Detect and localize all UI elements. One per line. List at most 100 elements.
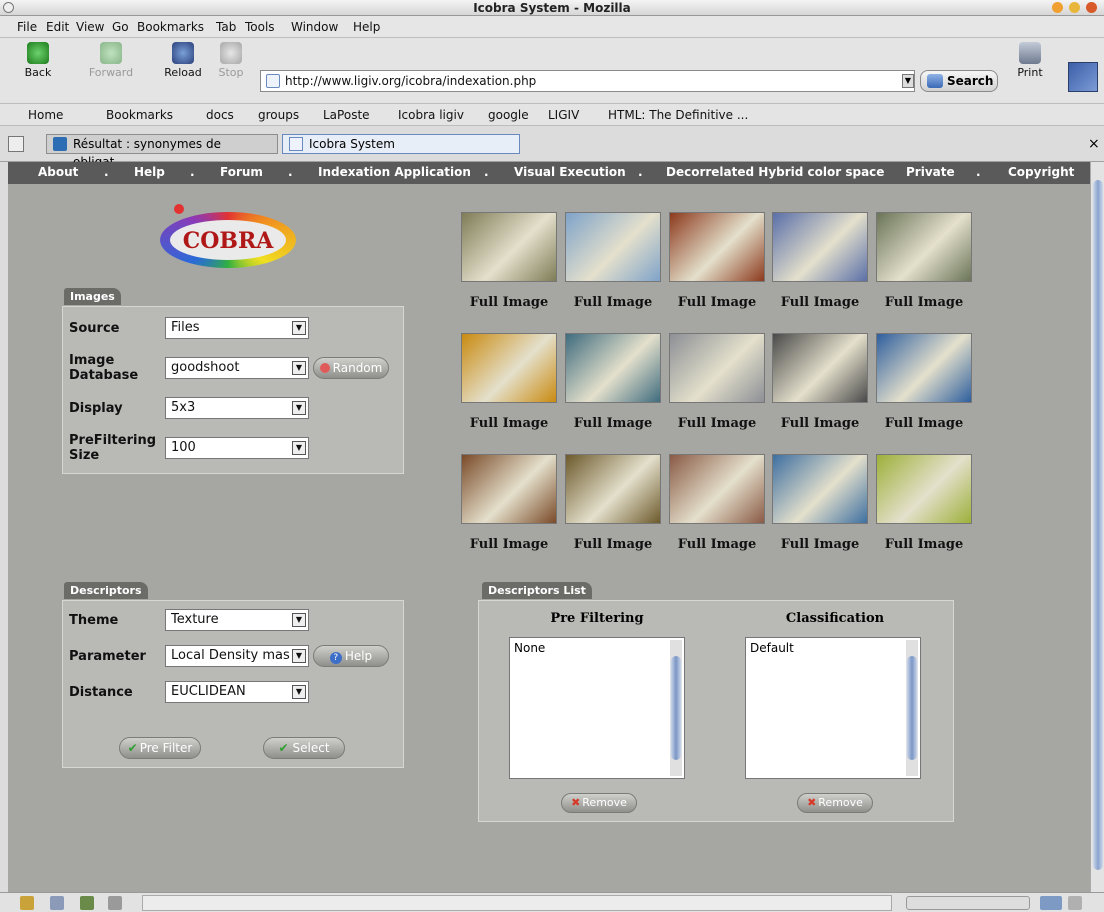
page-scrollbar-thumb[interactable] [1093,180,1103,870]
close-icon[interactable] [1086,2,1097,13]
stop-button[interactable]: Stop [214,42,248,79]
thumbnail-image[interactable] [669,212,765,282]
full-image-link[interactable]: Full Image [662,416,772,431]
menu-go[interactable]: Go [112,20,129,34]
full-image-link[interactable]: Full Image [454,537,564,552]
distance-select[interactable]: EUCLIDEAN ▼ [165,681,309,703]
tab-icobra-system[interactable]: Icobra System [282,134,520,154]
list-item[interactable]: Default [750,641,916,655]
thumbnail-image[interactable] [669,333,765,403]
thumbnail-image[interactable] [772,212,868,282]
display-select[interactable]: 5x3 ▼ [165,397,309,419]
thumbnail-image[interactable] [772,333,868,403]
menu-tools[interactable]: Tools [245,20,275,34]
full-image-link[interactable]: Full Image [662,295,772,310]
full-image-link[interactable]: Full Image [869,295,979,310]
bookmark-bookmarks[interactable]: Bookmarks [106,108,173,122]
bookmark-docs[interactable]: docs [206,108,234,122]
nav-forum[interactable]: Forum [220,165,263,179]
minimize-icon[interactable] [1052,2,1063,13]
maximize-icon[interactable] [1069,2,1080,13]
navigator-icon[interactable] [20,896,34,910]
scrollbar-thumb[interactable] [671,656,681,760]
remove-prefilter-button[interactable]: ✖ Remove [561,793,637,813]
full-image-link[interactable]: Full Image [765,295,875,310]
print-button[interactable]: Print [1012,42,1048,79]
full-image-link[interactable]: Full Image [454,295,564,310]
theme-select[interactable]: Texture ▼ [165,609,309,631]
thumbnail-image[interactable] [461,333,557,403]
thumbnail-image[interactable] [565,212,661,282]
select-button[interactable]: ✔ Select [263,737,345,759]
random-button[interactable]: Random [313,357,389,379]
tab-list-icon[interactable] [8,136,24,152]
menu-tab[interactable]: Tab [216,20,236,34]
thumbnail-image[interactable] [565,333,661,403]
full-image-link[interactable]: Full Image [765,537,875,552]
url-dropdown-icon[interactable]: ▼ [902,74,914,88]
menu-window[interactable]: Window [291,20,338,34]
menu-help[interactable]: Help [353,20,380,34]
classification-list[interactable]: Default [745,637,921,779]
pre-filter-button[interactable]: ✔ Pre Filter [119,737,201,759]
nav-copyright[interactable]: Copyright [1008,165,1074,179]
prefiltering-size-select[interactable]: 100 ▼ [165,437,309,459]
menu-bookmarks[interactable]: Bookmarks [137,20,204,34]
thumbnail-image[interactable] [876,454,972,524]
search-button[interactable]: Search [920,70,998,92]
composer-icon[interactable] [80,896,94,910]
back-button[interactable]: Back [16,42,60,79]
nav-visual-execution[interactable]: Visual Execution [514,165,626,179]
page-scrollbar[interactable] [1090,162,1104,892]
nav-about[interactable]: About [38,165,78,179]
pre-filtering-list[interactable]: None [509,637,685,779]
url-input[interactable]: http://www.ligiv.org/icobra/indexation.p… [260,70,915,92]
thumbnail-image[interactable] [772,454,868,524]
pre-filtering-scrollbar[interactable] [670,640,682,776]
bookmark-google[interactable]: google [488,108,529,122]
window-menu-icon[interactable] [3,2,14,13]
full-image-link[interactable]: Full Image [558,295,668,310]
mozilla-throbber-icon[interactable] [1068,62,1098,92]
list-item[interactable]: None [514,641,680,655]
tab-resultat[interactable]: Résultat : synonymes de obligat... [46,134,278,169]
help-button[interactable]: ? Help [313,645,389,667]
full-image-link[interactable]: Full Image [662,537,772,552]
full-image-link[interactable]: Full Image [454,416,564,431]
menu-edit[interactable]: Edit [46,20,69,34]
scrollbar-thumb[interactable] [907,656,917,760]
nav-help[interactable]: Help [134,165,165,179]
source-select[interactable]: Files ▼ [165,317,309,339]
full-image-link[interactable]: Full Image [558,416,668,431]
security-icon[interactable] [1068,896,1082,910]
bookmark-laposte[interactable]: LaPoste [323,108,370,122]
close-tab-icon[interactable]: × [1088,136,1100,152]
bookmark-icobra-ligiv[interactable]: Icobra ligiv [398,108,464,122]
forward-button[interactable]: Forward [86,42,136,79]
nav-private[interactable]: Private [906,165,955,179]
full-image-link[interactable]: Full Image [869,537,979,552]
reload-button[interactable]: Reload [158,42,208,79]
thumbnail-image[interactable] [876,212,972,282]
bookmark-html-definitive[interactable]: HTML: The Definitive ... [608,108,748,122]
full-image-link[interactable]: Full Image [765,416,875,431]
nav-indexation-application[interactable]: Indexation Application [318,165,471,179]
nav-decorrelated-hybrid[interactable]: Decorrelated Hybrid color space [666,165,884,179]
classification-scrollbar[interactable] [906,640,918,776]
menu-view[interactable]: View [76,20,104,34]
bookmark-ligiv[interactable]: LIGIV [548,108,579,122]
mail-icon[interactable] [50,896,64,910]
address-book-icon[interactable] [108,896,122,910]
full-image-link[interactable]: Full Image [558,537,668,552]
bookmark-groups[interactable]: groups [258,108,299,122]
full-image-link[interactable]: Full Image [869,416,979,431]
bookmark-home[interactable]: Home [28,108,63,122]
thumbnail-image[interactable] [565,454,661,524]
remove-classification-button[interactable]: ✖ Remove [797,793,873,813]
parameter-select[interactable]: Local Density mas ▼ [165,645,309,667]
thumbnail-image[interactable] [876,333,972,403]
thumbnail-image[interactable] [669,454,765,524]
thumbnail-image[interactable] [461,212,557,282]
thumbnail-image[interactable] [461,454,557,524]
image-database-select[interactable]: goodshoot ▼ [165,357,309,379]
